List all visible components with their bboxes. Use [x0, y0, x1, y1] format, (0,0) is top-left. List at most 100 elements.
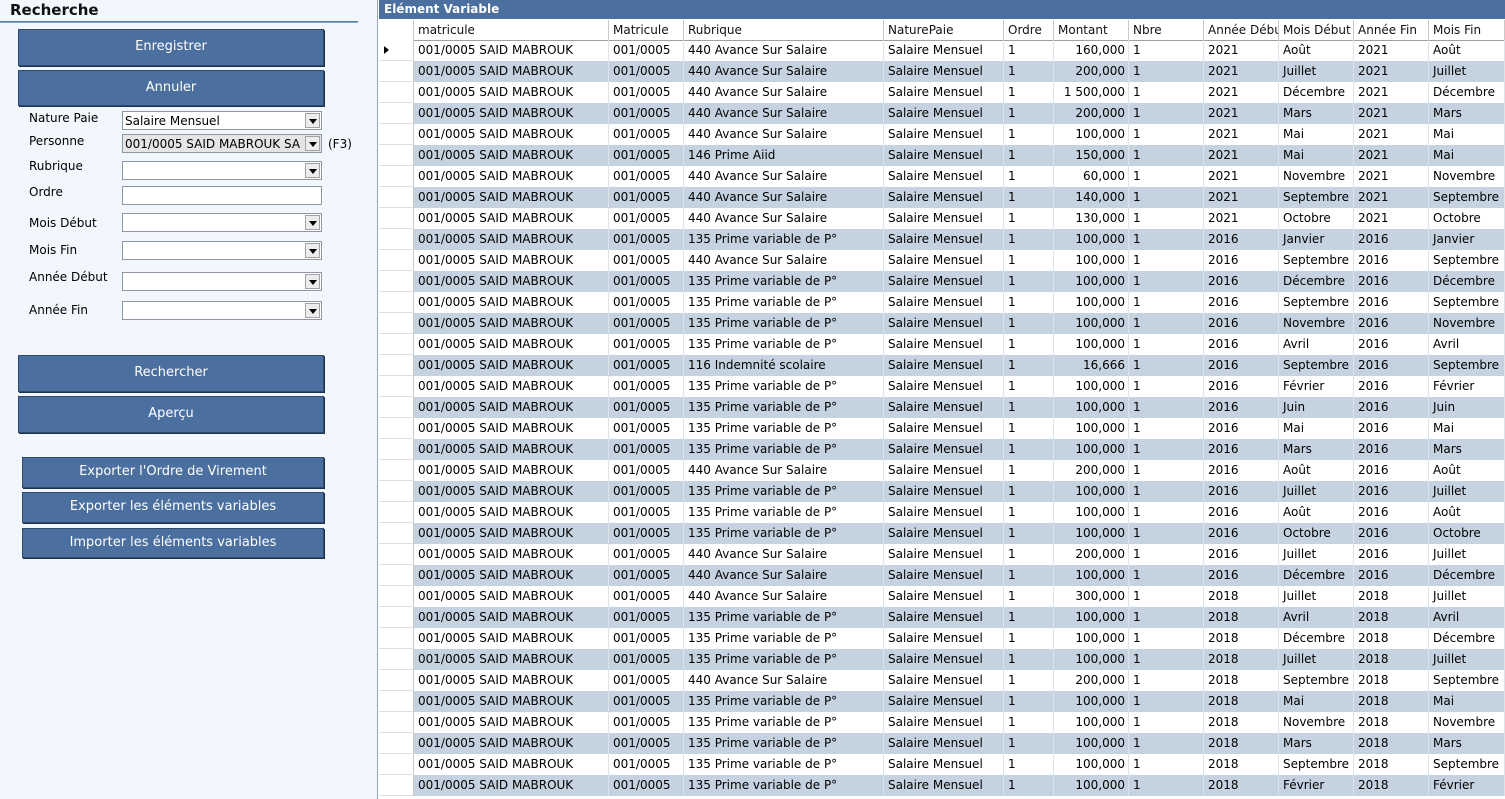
cell-matricule[interactable]: 001/0005: [609, 61, 684, 82]
cell-rubrique[interactable]: 135 Prime variable de P°: [684, 754, 884, 775]
cell-rubrique[interactable]: 440 Avance Sur Salaire: [684, 124, 884, 145]
table-row[interactable]: 001/0005 SAID MABROUK 001/0005 135 Prime v…: [379, 607, 1505, 628]
cell-annee-debut[interactable]: 2018: [1204, 628, 1279, 649]
cell-rubrique[interactable]: 440 Avance Sur Salaire: [684, 187, 884, 208]
cell-matricule[interactable]: 001/0005: [609, 775, 684, 796]
cell-nbre[interactable]: 1: [1129, 691, 1204, 712]
cell-annee-fin[interactable]: 2018: [1354, 775, 1429, 796]
cell-matricule-full[interactable]: 001/0005 SAID MABROUK: [414, 691, 609, 712]
cell-mois-fin[interactable]: Juin: [1429, 397, 1505, 418]
row-selector[interactable]: [379, 586, 414, 607]
cell-matricule[interactable]: 001/0005: [609, 418, 684, 439]
cell-nbre[interactable]: 1: [1129, 124, 1204, 145]
cell-nature-paie[interactable]: Salaire Mensuel: [884, 145, 1004, 166]
cell-matricule[interactable]: 001/0005: [609, 334, 684, 355]
cell-mois-debut[interactable]: Avril: [1279, 607, 1354, 628]
cell-annee-fin[interactable]: 2016: [1354, 355, 1429, 376]
cell-matricule-full[interactable]: 001/0005 SAID MABROUK: [414, 565, 609, 586]
table-row[interactable]: 001/0005 SAID MABROUK 001/0005 146 Prime A…: [379, 145, 1505, 166]
cell-montant[interactable]: 100,000: [1054, 481, 1129, 502]
cell-montant[interactable]: 200,000: [1054, 103, 1129, 124]
cell-matricule[interactable]: 001/0005: [609, 628, 684, 649]
nature-paie-select[interactable]: Salaire Mensuel: [122, 111, 322, 130]
cell-mois-fin[interactable]: Avril: [1429, 607, 1505, 628]
cell-matricule-full[interactable]: 001/0005 SAID MABROUK: [414, 292, 609, 313]
cell-ordre[interactable]: 1: [1004, 502, 1054, 523]
cell-annee-debut[interactable]: 2016: [1204, 271, 1279, 292]
row-selector[interactable]: [379, 544, 414, 565]
cell-mois-debut[interactable]: Octobre: [1279, 523, 1354, 544]
table-row[interactable]: 001/0005 SAID MABROUK 001/0005 135 Prime v…: [379, 292, 1505, 313]
cell-rubrique[interactable]: 135 Prime variable de P°: [684, 733, 884, 754]
cell-nature-paie[interactable]: Salaire Mensuel: [884, 628, 1004, 649]
chevron-down-icon[interactable]: [305, 163, 320, 178]
cell-mois-debut[interactable]: Février: [1279, 376, 1354, 397]
cell-rubrique[interactable]: 135 Prime variable de P°: [684, 397, 884, 418]
cell-nbre[interactable]: 1: [1129, 607, 1204, 628]
cell-matricule[interactable]: 001/0005: [609, 250, 684, 271]
cell-matricule-full[interactable]: 001/0005 SAID MABROUK: [414, 649, 609, 670]
cell-mois-fin[interactable]: Juillet: [1429, 586, 1505, 607]
cell-rubrique[interactable]: 440 Avance Sur Salaire: [684, 61, 884, 82]
cell-nbre[interactable]: 1: [1129, 775, 1204, 796]
cell-annee-debut[interactable]: 2021: [1204, 103, 1279, 124]
cell-rubrique[interactable]: 440 Avance Sur Salaire: [684, 670, 884, 691]
row-selector[interactable]: [379, 754, 414, 775]
cell-annee-debut[interactable]: 2021: [1204, 82, 1279, 103]
cell-matricule[interactable]: 001/0005: [609, 523, 684, 544]
cell-montant[interactable]: 100,000: [1054, 250, 1129, 271]
cell-mois-fin[interactable]: Juillet: [1429, 649, 1505, 670]
cell-ordre[interactable]: 1: [1004, 334, 1054, 355]
cell-ordre[interactable]: 1: [1004, 61, 1054, 82]
cell-annee-debut[interactable]: 2016: [1204, 439, 1279, 460]
cell-ordre[interactable]: 1: [1004, 565, 1054, 586]
cell-montant[interactable]: 100,000: [1054, 271, 1129, 292]
cell-mois-debut[interactable]: Juillet: [1279, 61, 1354, 82]
cell-montant[interactable]: 160,000: [1054, 40, 1129, 61]
table-row[interactable]: 001/0005 SAID MABROUK 001/0005 440 Avance …: [379, 670, 1505, 691]
cell-nature-paie[interactable]: Salaire Mensuel: [884, 502, 1004, 523]
chevron-down-icon[interactable]: [305, 243, 320, 258]
cell-nbre[interactable]: 1: [1129, 103, 1204, 124]
cell-nbre[interactable]: 1: [1129, 418, 1204, 439]
cell-ordre[interactable]: 1: [1004, 208, 1054, 229]
cell-nbre[interactable]: 1: [1129, 145, 1204, 166]
cell-annee-debut[interactable]: 2018: [1204, 586, 1279, 607]
row-selector[interactable]: [379, 775, 414, 796]
cell-matricule[interactable]: 001/0005: [609, 292, 684, 313]
cell-rubrique[interactable]: 135 Prime variable de P°: [684, 691, 884, 712]
cell-ordre[interactable]: 1: [1004, 628, 1054, 649]
cell-mois-fin[interactable]: Décembre: [1429, 82, 1505, 103]
table-row[interactable]: 001/0005 SAID MABROUK 001/0005 135 Prime v…: [379, 271, 1505, 292]
cell-mois-debut[interactable]: Mai: [1279, 418, 1354, 439]
cell-annee-debut[interactable]: 2021: [1204, 61, 1279, 82]
cell-mois-fin[interactable]: Mars: [1429, 103, 1505, 124]
cell-matricule[interactable]: 001/0005: [609, 502, 684, 523]
cell-annee-fin[interactable]: 2018: [1354, 691, 1429, 712]
cell-montant[interactable]: 100,000: [1054, 712, 1129, 733]
cell-montant[interactable]: 100,000: [1054, 313, 1129, 334]
row-selector[interactable]: [379, 271, 414, 292]
export-transfer-order-button[interactable]: Exporter l'Ordre de Virement: [22, 457, 324, 488]
cell-rubrique[interactable]: 440 Avance Sur Salaire: [684, 565, 884, 586]
annee-fin-select[interactable]: [122, 301, 322, 320]
cell-nbre[interactable]: 1: [1129, 208, 1204, 229]
cell-ordre[interactable]: 1: [1004, 544, 1054, 565]
cell-mois-debut[interactable]: Juillet: [1279, 481, 1354, 502]
cell-nature-paie[interactable]: Salaire Mensuel: [884, 40, 1004, 61]
cell-ordre[interactable]: 1: [1004, 754, 1054, 775]
cell-mois-fin[interactable]: Novembre: [1429, 712, 1505, 733]
cell-nature-paie[interactable]: Salaire Mensuel: [884, 397, 1004, 418]
cell-annee-debut[interactable]: 2018: [1204, 775, 1279, 796]
cell-mois-debut[interactable]: Septembre: [1279, 754, 1354, 775]
cell-matricule[interactable]: 001/0005: [609, 733, 684, 754]
column-header-matricule-full[interactable]: matricule: [414, 20, 609, 40]
cell-montant[interactable]: 200,000: [1054, 670, 1129, 691]
cell-nbre[interactable]: 1: [1129, 61, 1204, 82]
cell-matricule[interactable]: 001/0005: [609, 544, 684, 565]
cell-nbre[interactable]: 1: [1129, 565, 1204, 586]
cell-nature-paie[interactable]: Salaire Mensuel: [884, 334, 1004, 355]
cell-annee-debut[interactable]: 2018: [1204, 691, 1279, 712]
column-header-montant[interactable]: Montant: [1054, 20, 1129, 40]
cell-matricule[interactable]: 001/0005: [609, 208, 684, 229]
